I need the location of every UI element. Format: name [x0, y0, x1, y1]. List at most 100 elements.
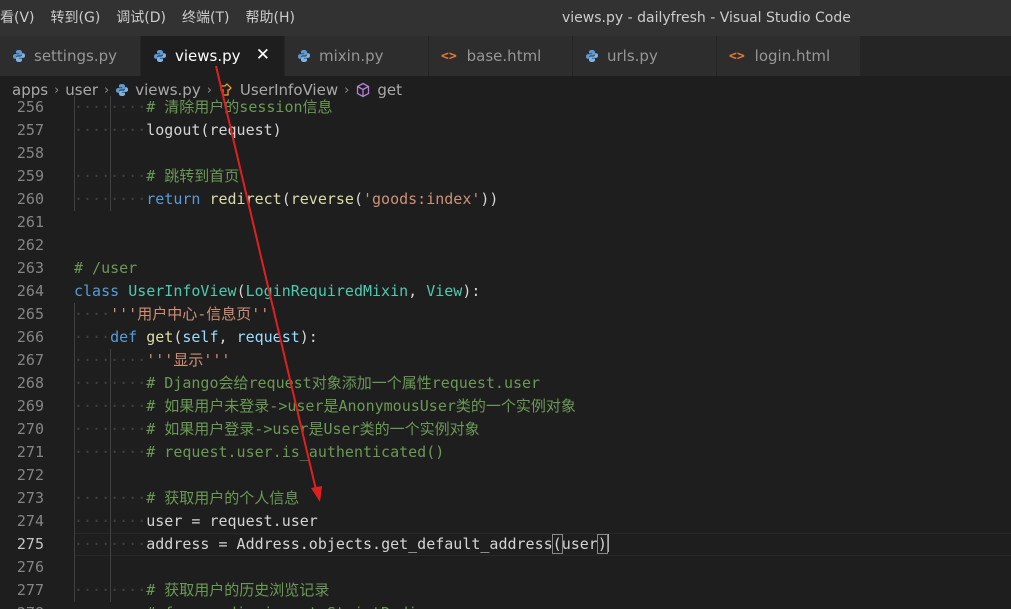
code-token: ( — [281, 190, 291, 208]
code-token: # 获取用户的个人信息 — [146, 489, 300, 507]
code-line[interactable]: 278 ········# from redis import StrictRed… — [0, 602, 1011, 609]
code-token: reverse — [290, 190, 354, 208]
line-number: 268 — [16, 374, 44, 392]
line-number: 275 — [16, 535, 44, 553]
code-line[interactable]: 277 ········# 获取用户的历史浏览记录 — [0, 579, 1011, 602]
code-line[interactable]: 273 ········# 获取用户的个人信息 — [0, 487, 1011, 510]
code-token: ): — [299, 328, 318, 346]
code-token: self — [182, 328, 219, 346]
code-token: get_default_address — [381, 535, 553, 553]
line-number: 277 — [16, 581, 44, 599]
line-number: 266 — [16, 328, 44, 346]
html-icon: <> — [729, 48, 745, 64]
code-token: , — [408, 282, 427, 300]
code-token: '''用户中心-信息页''' — [110, 305, 279, 323]
code-text: ········# 如果用户登录->user是User类的一个实例对象 — [74, 420, 480, 438]
tab-base-html[interactable]: <> base.html — [429, 36, 573, 76]
indent-guide — [74, 96, 75, 211]
title-bar: 看(V) 转到(G) 调试(D) 终端(T) 帮助(H) views.py - dail… — [0, 0, 1011, 36]
tab-label: views.py — [175, 47, 241, 65]
code-text: ····'''用户中心-信息页''' — [74, 305, 279, 323]
code-text: ········# request.user.is_authenticated(… — [74, 443, 445, 461]
code-token: # Django会给request对象添加一个属性request.user — [146, 374, 541, 392]
code-token: user = request.user — [146, 512, 318, 530]
code-token: )) — [480, 190, 499, 208]
code-text: ········# 如果用户未登录->user是AnonymousUser类的一… — [74, 397, 576, 415]
code-line[interactable]: 275 ········address = Address.objects.get… — [0, 533, 1011, 556]
line-number: 276 — [16, 558, 44, 576]
code-line[interactable]: 270 ········# 如果用户登录->user是User类的一个实例对象 — [0, 418, 1011, 441]
line-number: 272 — [16, 466, 44, 484]
code-token: user — [561, 535, 598, 553]
line-number: 256 — [16, 98, 44, 116]
code-token: , — [218, 328, 237, 346]
close-icon[interactable]: ✕ — [256, 45, 270, 65]
code-token: get — [146, 328, 174, 346]
code-text: ········# Django会给request对象添加一个属性request… — [74, 374, 541, 392]
code-token: # from redis import StrictRedis — [146, 604, 426, 609]
line-number: 258 — [16, 144, 44, 162]
python-icon — [585, 49, 599, 63]
line-number: 278 — [0, 602, 44, 609]
code-token: logout(request) — [146, 121, 282, 139]
tab-label: base.html — [466, 47, 542, 65]
code-line[interactable]: 266 ····def get(self, request): — [0, 326, 1011, 349]
code-editor[interactable]: 256 ········# 清除用户的session信息 257 ········lo… — [0, 94, 1011, 609]
code-text: ········# 跳转到首页 — [74, 167, 240, 185]
menu-item[interactable]: 看(V) — [0, 0, 35, 36]
tab-views-py[interactable]: views.py ✕ — [141, 36, 285, 76]
code-line[interactable]: 265 ····'''用户中心-信息页''' — [0, 303, 1011, 326]
menu-item[interactable]: 调试(D) — [116, 0, 166, 36]
code-line[interactable]: 260 ········return redirect(reverse('good… — [0, 188, 1011, 211]
tab-mixin-py[interactable]: mixin.py — [285, 36, 429, 76]
tab-urls-py[interactable]: urls.py — [573, 36, 717, 76]
code-token: request — [236, 328, 300, 346]
python-icon — [153, 49, 167, 63]
menu-bar: 看(V) 转到(G) 调试(D) 终端(T) 帮助(H) — [0, 0, 311, 36]
python-icon — [297, 49, 311, 63]
code-line[interactable]: 263 # /user — [0, 257, 1011, 280]
tab-settings-py[interactable]: settings.py — [0, 36, 141, 76]
menu-item[interactable]: 转到(G) — [51, 0, 101, 36]
line-number: 269 — [16, 397, 44, 415]
code-token: '''显示''' — [146, 351, 231, 369]
code-token: View — [426, 282, 463, 300]
code-token: ( — [236, 282, 246, 300]
code-text: # /user — [74, 257, 137, 280]
code-line[interactable]: 274 ········user = request.user — [0, 510, 1011, 533]
code-line[interactable]: 267 ········'''显示''' — [0, 349, 1011, 372]
code-token: 'goods:index' — [363, 190, 481, 208]
code-text: ········# 获取用户的历史浏览记录 — [74, 581, 330, 599]
code-text: ········'''显示''' — [74, 351, 231, 369]
menu-item[interactable]: 终端(T) — [182, 0, 229, 36]
code-line[interactable]: 272 — [0, 464, 1011, 487]
code-line[interactable]: 268 ········# Django会给request对象添加一个属性requ… — [0, 372, 1011, 395]
tab-label: urls.py — [607, 47, 658, 65]
html-icon: <> — [441, 48, 457, 64]
code-text: ····def get(self, request): — [74, 328, 318, 346]
code-token: LoginRequiredMixin — [245, 282, 409, 300]
code-text: ········address = Address.objects.get_de… — [74, 534, 609, 554]
code-token: # 获取用户的历史浏览记录 — [146, 581, 330, 599]
code-line[interactable]: 262 — [0, 234, 1011, 257]
code-line[interactable]: 257 ········logout(request) — [0, 119, 1011, 142]
code-text: ········# from redis import StrictRedis — [74, 602, 426, 609]
code-line[interactable]: 261 — [0, 211, 1011, 234]
code-line[interactable]: 276 — [0, 556, 1011, 579]
code-text: ········# 获取用户的个人信息 — [74, 489, 300, 507]
code-line[interactable]: 256 ········# 清除用户的session信息 — [0, 96, 1011, 119]
tab-label: settings.py — [34, 47, 117, 65]
tab-login-html[interactable]: <> login.html — [717, 36, 861, 76]
code-line[interactable]: 269 ········# 如果用户未登录->user是AnonymousUser… — [0, 395, 1011, 418]
code-line[interactable]: 264 class UserInfoView(LoginRequiredMixin… — [0, 280, 1011, 303]
line-number: 262 — [16, 236, 44, 254]
line-number: 273 — [16, 489, 44, 507]
tab-label: mixin.py — [319, 47, 384, 65]
code-token: ): — [462, 282, 481, 300]
code-line[interactable]: 258 — [0, 142, 1011, 165]
code-line[interactable]: 259 ········# 跳转到首页 — [0, 165, 1011, 188]
code-line[interactable]: 271 ········# request.user.is_authenticat… — [0, 441, 1011, 464]
menu-item[interactable]: 帮助(H) — [246, 0, 295, 36]
